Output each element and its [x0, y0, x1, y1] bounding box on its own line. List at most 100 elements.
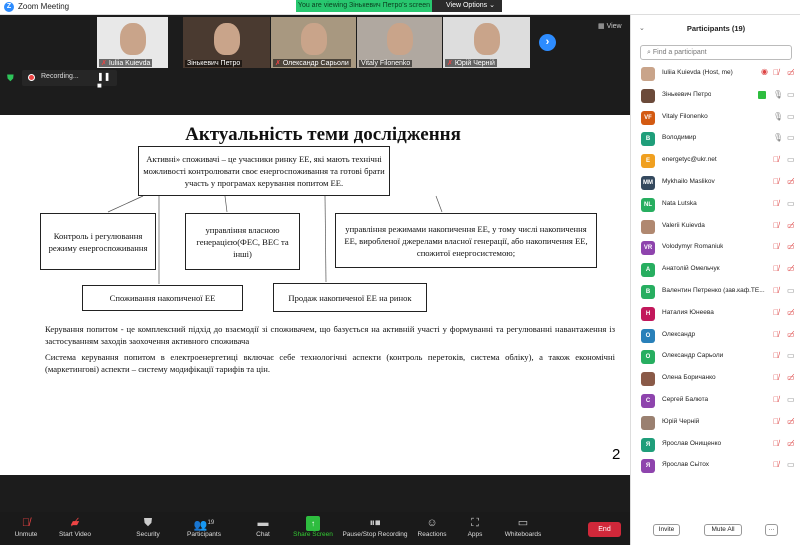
- muted-mic-icon[interactable]: 🎙̸: [773, 221, 779, 230]
- video-off-icon[interactable]: ▭̸: [787, 373, 795, 382]
- participant-row[interactable]: Eenergetyc@ukr.net 🎙̸ ▭: [631, 151, 800, 171]
- video-tile[interactable]: Зінькевич Петро: [183, 17, 270, 68]
- stop-recording-icon[interactable]: ■: [97, 81, 102, 90]
- video-icon[interactable]: ▭: [787, 351, 795, 360]
- muted-mic-icon[interactable]: 🎙̸: [773, 199, 779, 208]
- unmute-button[interactable]: 🎙̸ Unmute: [12, 516, 40, 538]
- participant-row[interactable]: Valerii Kuievda 🎙̸ ▭̸: [631, 217, 800, 237]
- mic-icon[interactable]: 🎙: [773, 133, 783, 142]
- mic-icon[interactable]: 🎙: [773, 112, 783, 121]
- video-off-icon[interactable]: ▭̸: [787, 308, 795, 317]
- muted-mic-icon[interactable]: 🎙̸: [773, 417, 779, 426]
- muted-mic-icon[interactable]: 🎙̸: [773, 395, 779, 404]
- video-icon[interactable]: ▭: [787, 133, 795, 142]
- participant-row[interactable]: C Сергей Балюта 🎙̸ ▭: [631, 391, 800, 411]
- muted-mic-icon: ✗: [101, 60, 109, 67]
- participant-name: Nata Lutska: [662, 199, 697, 207]
- video-icon[interactable]: ▭: [787, 90, 795, 99]
- video-tile[interactable]: ✗ Юрій Черній: [443, 17, 530, 68]
- participant-row[interactable]: Iuliia Kuievda (Host, me) ◉ 🎙̸ ▭̸: [631, 64, 800, 84]
- muted-mic-icon[interactable]: 🎙̸: [773, 264, 779, 273]
- muted-mic-icon[interactable]: 🎙̸: [773, 286, 779, 295]
- participant-row[interactable]: B Володимир 🎙 ▭: [631, 129, 800, 149]
- video-icon[interactable]: ▭: [787, 395, 795, 404]
- muted-mic-icon[interactable]: 🎙̸: [773, 242, 779, 251]
- participant-row[interactable]: O Олександр Сарьоли 🎙̸ ▭: [631, 347, 800, 367]
- pause-recording-icon[interactable]: ❚❚: [97, 72, 110, 81]
- video-off-icon[interactable]: ▭̸: [787, 417, 795, 426]
- participants-button[interactable]: 👥19 Participants: [185, 516, 223, 538]
- arrow: [435, 195, 443, 213]
- participant-row[interactable]: Я Ярослав Сьітох 🎙̸ ▭: [631, 456, 800, 476]
- participant-row[interactable]: Юрій Черній 🎙̸ ▭̸: [631, 413, 800, 433]
- more-options-button[interactable]: ···: [765, 524, 778, 536]
- avatar: H: [641, 306, 655, 321]
- avatar: [641, 219, 655, 234]
- view-options-label: View Options: [446, 2, 488, 9]
- muted-mic-icon[interactable]: 🎙̸: [773, 351, 779, 360]
- participant-row[interactable]: Олена Боричанко 🎙̸ ▭̸: [631, 369, 800, 389]
- video-off-icon[interactable]: ▭̸: [787, 439, 795, 448]
- next-videos-button[interactable]: ›: [539, 34, 556, 51]
- video-off-icon[interactable]: ▭̸: [787, 68, 795, 77]
- mute-all-button[interactable]: Mute All: [704, 524, 742, 536]
- participant-name: energetyc@ukr.net: [662, 156, 717, 164]
- video-off-icon[interactable]: ▭̸: [787, 330, 795, 339]
- participant-row[interactable]: VR Volodymyr Romaniuk 🎙̸ ▭̸: [631, 238, 800, 258]
- participant-row[interactable]: Зінькевич Петро 🎙 ▭: [631, 86, 800, 106]
- participant-row[interactable]: NL Nata Lutska 🎙̸ ▭: [631, 195, 800, 215]
- avatar: Я: [641, 459, 655, 474]
- reactions-button[interactable]: ☺ Reactions: [416, 516, 448, 538]
- invite-button[interactable]: Invite: [653, 524, 680, 536]
- participant-row[interactable]: A Анатолій Омельчук 🎙̸ ▭̸: [631, 260, 800, 280]
- participant-row[interactable]: VF Vitaly Filonenko 🎙 ▭: [631, 108, 800, 128]
- muted-mic-icon[interactable]: 🎙̸: [773, 373, 779, 382]
- video-off-icon[interactable]: ▭̸: [787, 177, 795, 186]
- video-tile[interactable]: ✗ Олександр Сарьоли: [271, 17, 356, 68]
- start-video-button[interactable]: ▰̸ Start Video: [56, 516, 94, 538]
- mic-icon[interactable]: 🎙: [773, 90, 783, 99]
- muted-mic-icon[interactable]: 🎙̸: [773, 439, 779, 448]
- view-button[interactable]: ▦ View: [598, 22, 622, 30]
- video-tile[interactable]: Vitaly Filonenko: [357, 17, 442, 68]
- muted-mic-icon[interactable]: 🎙̸: [773, 460, 779, 469]
- participant-row[interactable]: MM Mykhailo Maslikov 🎙̸ ▭̸: [631, 173, 800, 193]
- chat-label: Chat: [256, 531, 270, 538]
- apps-button[interactable]: ⛶ Apps: [465, 516, 485, 538]
- video-off-icon[interactable]: ▭̸: [787, 264, 795, 273]
- muted-mic-icon[interactable]: 🎙̸: [773, 155, 779, 164]
- participant-name: Наталия Юнеева: [662, 308, 714, 316]
- video-off-icon[interactable]: ▭̸: [787, 242, 795, 251]
- video-icon[interactable]: ▭: [787, 286, 795, 295]
- muted-mic-icon[interactable]: 🎙̸: [773, 308, 779, 317]
- share-screen-button[interactable]: ↑ Share Screen: [292, 516, 334, 538]
- end-meeting-button[interactable]: End: [588, 522, 621, 537]
- video-icon[interactable]: ▭: [787, 155, 795, 164]
- pause-stop-recording-button[interactable]: ⏸⏹ Pause/Stop Recording: [340, 516, 410, 538]
- view-options-button[interactable]: View Options ⌄: [432, 0, 502, 12]
- participant-row[interactable]: O Олександр 🎙̸ ▭̸: [631, 326, 800, 346]
- muted-mic-icon[interactable]: 🎙̸: [773, 68, 779, 77]
- video-name: Олександр Сарьоли: [282, 60, 349, 67]
- chat-button[interactable]: ▬ Chat: [253, 516, 273, 538]
- recording-icon: ◉: [761, 67, 768, 76]
- participant-row[interactable]: B Валентин Петренко (зав.каф.ТЕ... 🎙̸ ▭: [631, 282, 800, 302]
- participant-row[interactable]: H Наталия Юнеева 🎙̸ ▭̸: [631, 304, 800, 324]
- video-icon[interactable]: ▭: [787, 460, 795, 469]
- avatar: Я: [641, 437, 655, 452]
- slide-page-number: 2: [612, 446, 621, 463]
- meeting-toolbar: 🎙̸ Unmute ▰̸ Start Video ⛊ Security 👥19 Part…: [0, 512, 630, 545]
- muted-mic-icon[interactable]: 🎙̸: [773, 177, 779, 186]
- video-name-label: ✗ Iuliia Kuievda: [99, 59, 153, 67]
- video-icon[interactable]: ▭: [787, 112, 795, 121]
- muted-mic-icon[interactable]: 🎙̸: [773, 330, 779, 339]
- video-tile[interactable]: ✗ Iuliia Kuievda: [97, 17, 168, 68]
- participant-row[interactable]: Я Ярослав Онищенко 🎙̸ ▭̸: [631, 435, 800, 455]
- participant-search-input[interactable]: ⌕ Find a participant: [640, 45, 792, 60]
- security-button[interactable]: ⛊ Security: [134, 516, 162, 538]
- whiteboards-button[interactable]: ▭ Whiteboards: [503, 516, 543, 538]
- video-icon[interactable]: ▭: [787, 199, 795, 208]
- video-off-icon[interactable]: ▭̸: [787, 221, 795, 230]
- chevron-down-icon: ⌄: [489, 2, 495, 9]
- avatar: B: [641, 132, 655, 147]
